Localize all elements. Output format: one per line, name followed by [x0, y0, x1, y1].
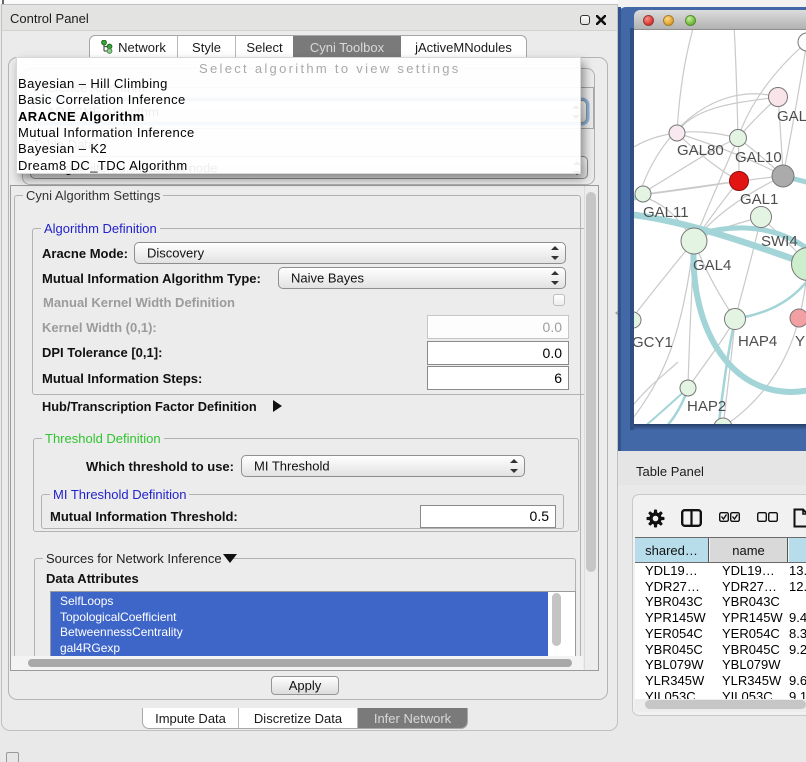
svg-text:SWI4: SWI4 [761, 233, 798, 250]
svg-text:GCY1: GCY1 [634, 334, 673, 351]
svg-text:GAL7: GAL7 [777, 108, 806, 125]
svg-text:GAL10: GAL10 [735, 149, 782, 166]
svg-text:HAP2: HAP2 [687, 398, 726, 415]
svg-text:GAL1: GAL1 [740, 191, 778, 208]
svg-text:GAL4: GAL4 [693, 257, 731, 274]
svg-text:Y: Y [795, 333, 805, 350]
svg-text:HAP4: HAP4 [738, 333, 777, 350]
svg-text:GAL80: GAL80 [677, 142, 724, 159]
svg-text:GAL11: GAL11 [643, 204, 689, 221]
